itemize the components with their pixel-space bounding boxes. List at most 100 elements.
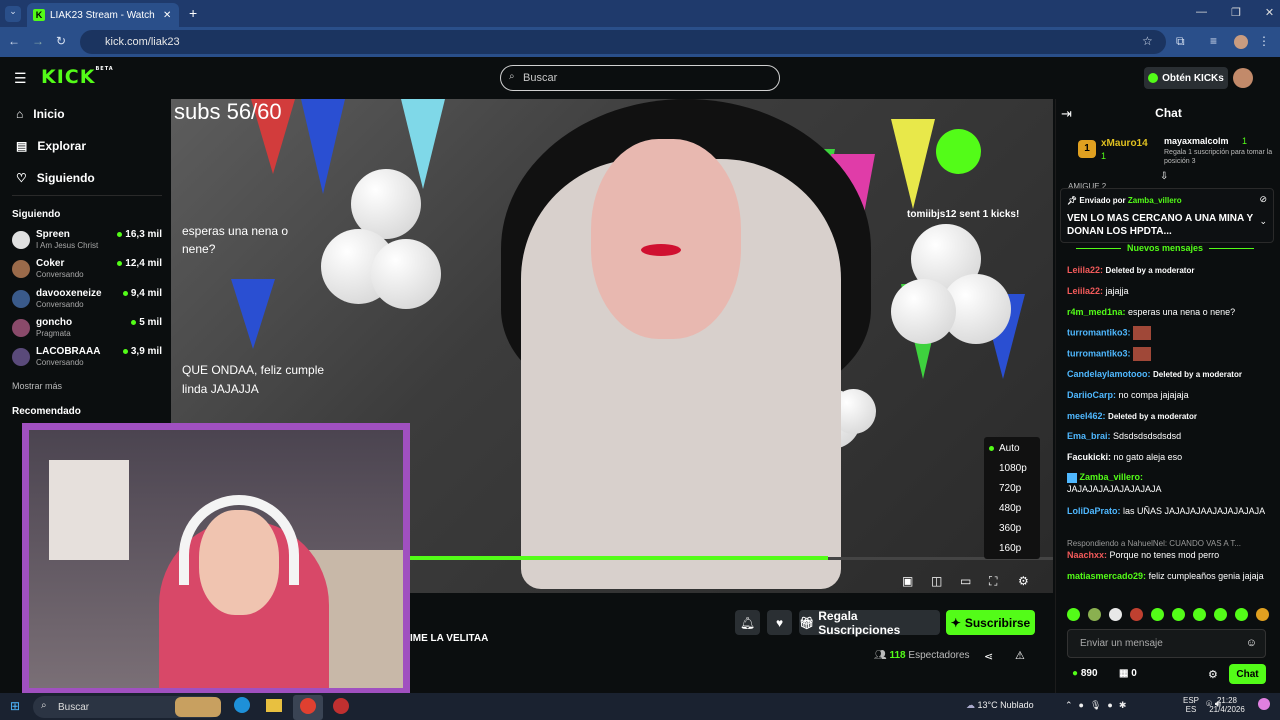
weather-widget-image[interactable] [175,697,221,717]
gifter-name[interactable]: mayaxmalcolm [1164,136,1229,146]
follow-heart-button[interactable]: ♥ [767,610,792,635]
notifications-icon[interactable] [1258,698,1270,710]
profile-avatar[interactable] [1234,35,1248,49]
close-tab-icon[interactable]: ✕ [163,10,171,21]
followed-channel[interactable]: Coker Conversando 12,4 mil [12,258,162,284]
expand-leaderboard-icon[interactable]: ⇩ [1160,171,1168,182]
reload-icon[interactable]: ↻ [56,34,66,48]
url-input[interactable]: kick.com/liak23 [80,30,1166,54]
bookmark-star-icon[interactable]: ☆ [1142,34,1153,48]
emote-icon[interactable] [1172,608,1185,621]
chrome-icon[interactable] [300,698,316,714]
subscribe-button[interactable]: ✦ Suscribirse [946,610,1035,635]
chat-message: Leiila22: Deleted by a moderator [1067,265,1195,275]
emote-bar [1067,608,1269,621]
minimize-icon[interactable]: — [1196,6,1207,19]
fullscreen-icon[interactable]: ⛶ [989,574,997,589]
miniplayer-icon[interactable]: ▣ [902,574,913,588]
get-kicks-button[interactable]: Obtén KICKs [1144,67,1228,89]
kick-balloon [936,129,981,174]
share-icon[interactable]: ⋖ [984,650,993,663]
settings-gear-icon[interactable]: ⚙ [1018,574,1029,588]
emote-icon[interactable] [1130,608,1143,621]
stream-info-bar [410,593,1053,693]
emote-icon[interactable] [1151,608,1164,621]
chat-message: meel462: Deleted by a moderator [1067,411,1197,421]
kicks-coin-icon [1148,73,1159,83]
weather-status[interactable]: ☁ 13°C Nublado [966,700,1034,711]
unpin-icon[interactable]: ⊘ [1259,194,1267,205]
close-window-icon[interactable]: ✕ [1265,6,1274,19]
user-avatar[interactable] [1233,68,1253,88]
clip-icon[interactable]: ◫ [931,574,942,588]
obs-icon[interactable] [333,698,349,714]
nav-following[interactable]: ♡ Siguiendo [16,171,95,185]
browser-menu-icon[interactable]: ⋮ [1258,34,1270,48]
back-icon[interactable]: ← [8,34,20,48]
recommended-heading: Recomendado [12,406,81,417]
quality-option[interactable]: Auto [999,443,1020,454]
search-input[interactable]: ⌕ Buscar [500,65,780,91]
chat-message-input[interactable]: Enviar un mensaje ☺ [1067,629,1266,658]
quality-option[interactable]: 160p [999,543,1021,554]
send-chat-button[interactable]: Chat [1229,664,1266,684]
new-tab-button[interactable]: + [189,5,197,21]
nav-home[interactable]: ⌂ Inicio [16,107,65,121]
emote-icon[interactable] [1088,608,1101,621]
bunting-flag [891,119,935,209]
gift-subs-button[interactable]: 🎁︎ Regala Suscripciones [799,609,940,637]
show-more-link[interactable]: Mostrar más [12,381,62,391]
divider [12,195,162,196]
hamburger-menu-icon[interactable]: ☰ [14,70,27,87]
star-icon: ✦ [950,615,961,630]
browser-tab[interactable]: K LIAK23 Stream - Watch Live ✕ [27,3,179,27]
theater-mode-icon[interactable]: ▭ [960,574,971,588]
followed-channel[interactable]: LACOBRAAA Conversando 3,9 mil [12,346,162,372]
emote-icon[interactable] [1214,608,1227,621]
emote-icon[interactable] [1109,608,1122,621]
followed-channel[interactable]: davooxeneize Conversando 9,4 mil [12,288,162,314]
forward-icon[interactable]: → [32,34,44,48]
emoji-picker-icon[interactable]: ☺ [1246,637,1257,649]
system-tray-icons[interactable]: ⌃●🎙︎●✱ [1065,700,1132,711]
top-gifter-name[interactable]: xMauro14 [1101,138,1148,149]
kicks-balance[interactable]: ● 890 [1072,668,1098,679]
clock[interactable]: 21:28 21/4/2026 [1207,696,1247,714]
restore-icon[interactable]: ❐ [1231,6,1241,19]
new-messages-divider[interactable]: Nuevos mensajes [1060,243,1270,255]
gifts-balance[interactable]: ▦ 0 [1119,668,1137,679]
kick-logo[interactable]: KICKBETA [41,66,114,88]
subs-goal-overlay: subs 56/60 [174,99,282,124]
emote-icon[interactable] [1256,608,1269,621]
tab-list-icon[interactable]: ⌄ [5,6,21,22]
followed-channel[interactable]: goncho Pragmata 5 mil [12,317,162,343]
bunting-flag [301,99,345,194]
quality-option[interactable]: 1080p [999,463,1027,474]
quality-option[interactable]: 360p [999,523,1021,534]
pinned-message[interactable]: 📌︎ Enviado por Zamba_villero VEN LO MAS … [1060,188,1274,243]
file-explorer-icon[interactable] [266,699,282,712]
extensions-icon[interactable]: ⧉ [1176,34,1185,49]
chevron-down-icon[interactable]: ⌄ [1259,216,1267,227]
emote-icon[interactable] [1193,608,1206,621]
quality-option[interactable]: 720p [999,483,1021,494]
chat-settings-gear-icon[interactable]: ⚙ [1208,668,1218,681]
emote-icon[interactable] [1067,608,1080,621]
get-kicks-label: Obtén KICKs [1162,72,1224,84]
windows-start-icon[interactable]: ⊞ [10,699,20,713]
followed-channel[interactable]: Spreen I Am Jesus Christ 16,3 mil [12,229,162,255]
report-icon[interactable]: ⚠ [1015,649,1025,662]
emote-icon[interactable] [1235,608,1248,621]
progress-bar[interactable] [410,556,828,560]
notification-bell-button[interactable]: 🔔︎ [735,610,760,635]
input-language[interactable]: ESP ES [1183,696,1199,714]
nav-explore[interactable]: ▤ Explorar [16,139,86,153]
edge-icon[interactable] [234,697,250,713]
media-icon[interactable]: ≡ [1210,34,1217,48]
bell-icon: 🔔︎ [739,615,756,630]
overlay-chat-line: esperas una nena o [182,224,289,238]
viewer-count: 👥︎ 118 Espectadores [874,650,970,661]
quality-option[interactable]: 480p [999,503,1021,514]
overlay-chat-line: nene? [182,242,216,256]
quality-menu: Auto 1080p 720p 480p 360p 160p [984,437,1040,559]
